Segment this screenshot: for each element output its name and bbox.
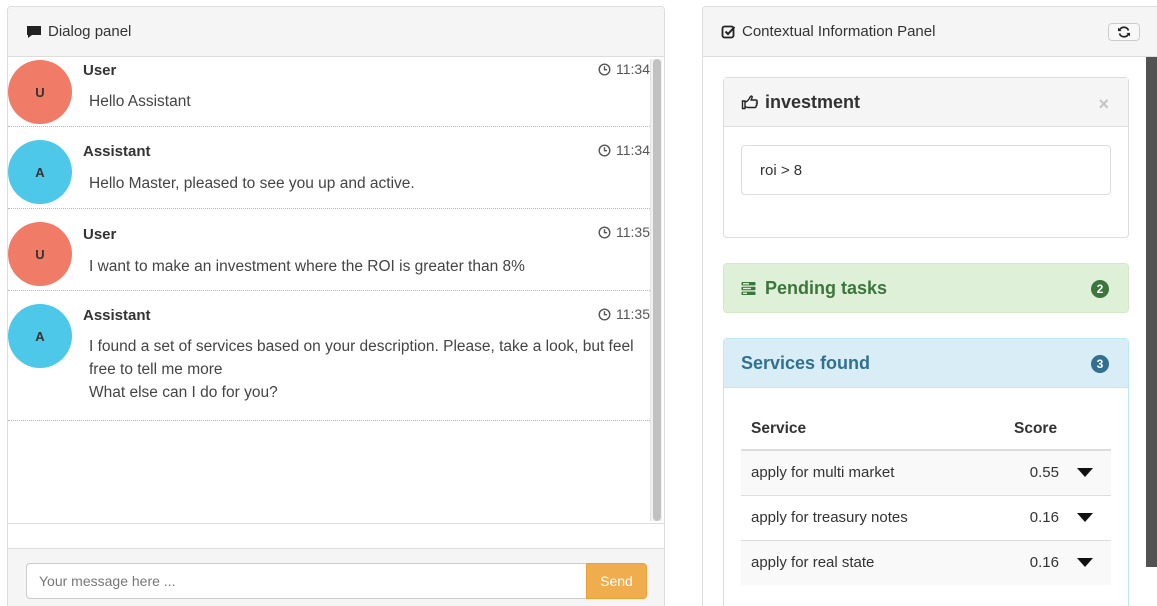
investment-card-title: investment	[765, 91, 861, 112]
dialog-panel-title: Dialog panel	[48, 23, 132, 40]
avatar: U	[8, 222, 72, 286]
services-table: Service Score apply for multi market 0.5…	[741, 408, 1111, 585]
avatar: U	[8, 60, 72, 124]
message-author: User	[83, 226, 117, 243]
services-count-badge: 3	[1091, 355, 1109, 373]
dialog-panel: Dialog panel U User 11:34 Hello Assistan…	[7, 6, 665, 606]
message-text: Hello Assistant	[89, 93, 191, 110]
row-expand-toggle[interactable]	[1071, 494, 1111, 540]
avatar: A	[8, 140, 72, 204]
column-header-score: Score	[976, 408, 1111, 451]
investment-card-header: investment ×	[724, 78, 1128, 127]
message-time-text: 11:35	[616, 224, 650, 240]
message-time: 11:34	[598, 142, 650, 158]
message-author: User	[83, 62, 117, 79]
message-text: I want to make an investment where the R…	[89, 258, 525, 275]
chat-history[interactable]: U User 11:34 Hello Assistant A Assistant…	[8, 57, 664, 524]
row-expand-toggle[interactable]	[1071, 539, 1111, 585]
tasks-icon	[741, 281, 756, 296]
refresh-icon	[1118, 26, 1130, 38]
row-expand-toggle[interactable]	[1071, 449, 1111, 495]
message-text-line: I found a set of services based on your …	[89, 338, 634, 378]
context-panel-title: Contextual Information Panel	[742, 23, 936, 40]
chat-message: U User 11:34 Hello Assistant	[8, 57, 650, 127]
chat-scrollbar[interactable]	[650, 59, 662, 521]
service-score: 0.55	[976, 449, 1071, 495]
comment-icon	[26, 25, 42, 39]
message-time-text: 11:34	[616, 142, 650, 158]
send-button[interactable]: Send	[586, 563, 647, 599]
message-text-line: What else can I do for you?	[89, 384, 278, 401]
chat-message: U User 11:35 I want to make an investmen…	[8, 209, 650, 291]
context-panel-scrollbar[interactable]	[1146, 57, 1157, 567]
service-score: 0.16	[976, 539, 1071, 585]
services-found-card: Services found 3 Service Score apply for…	[723, 338, 1129, 606]
column-header-service: Service	[741, 408, 976, 451]
service-score: 0.16	[976, 494, 1071, 540]
message-time: 11:35	[598, 224, 650, 240]
context-panel-header: Contextual Information Panel	[703, 7, 1157, 57]
pending-tasks-card[interactable]: Pending tasks 2	[723, 263, 1129, 313]
message-text: Hello Master, pleased to see you up and …	[89, 175, 415, 192]
contextual-information-panel: Contextual Information Panel investment …	[702, 6, 1157, 606]
message-author: Assistant	[83, 307, 151, 324]
service-name: apply for real state	[741, 539, 976, 585]
pending-tasks-count-badge: 2	[1091, 280, 1109, 298]
message-author: Assistant	[83, 143, 151, 160]
service-name: apply for multi market	[741, 449, 976, 495]
table-row[interactable]: apply for real state 0.16	[741, 539, 1111, 585]
avatar: A	[8, 304, 72, 368]
caret-down-icon[interactable]	[1077, 513, 1093, 522]
clock-icon	[598, 225, 611, 239]
pending-tasks-header[interactable]: Pending tasks 2	[724, 264, 1128, 313]
message-text: I found a set of services based on your …	[89, 335, 642, 404]
message-time-text: 11:35	[616, 306, 650, 322]
chat-message: A Assistant 11:35 I found a set of servi…	[8, 291, 650, 421]
chat-scrollbar-thumb[interactable]	[653, 59, 661, 521]
message-time-text: 11:34	[616, 61, 650, 77]
clock-icon	[598, 143, 611, 157]
check-square-icon	[721, 24, 736, 39]
table-row[interactable]: apply for treasury notes 0.16	[741, 494, 1111, 540]
chat-message: A Assistant 11:34 Hello Master, pleased …	[8, 127, 650, 209]
message-input-bar: Send	[8, 548, 664, 606]
close-icon[interactable]: ×	[1098, 94, 1109, 115]
table-header-row: Service Score	[741, 408, 1111, 451]
services-found-title: Services found	[741, 352, 871, 373]
caret-down-icon[interactable]	[1077, 558, 1093, 568]
message-time: 11:35	[598, 306, 650, 322]
clock-icon	[598, 62, 611, 76]
hand-pointing-icon	[741, 94, 759, 110]
pending-tasks-title: Pending tasks	[765, 278, 888, 298]
message-time: 11:34	[598, 61, 650, 77]
dialog-panel-header: Dialog panel	[8, 7, 664, 57]
caret-down-icon[interactable]	[1077, 468, 1093, 478]
message-input[interactable]	[26, 563, 586, 599]
table-row[interactable]: apply for multi market 0.55	[741, 449, 1111, 495]
service-name: apply for treasury notes	[741, 494, 976, 540]
context-panel-body: investment × roi > 8 Pending tasks 2 Ser…	[703, 57, 1147, 606]
investment-query[interactable]: roi > 8	[741, 145, 1111, 195]
services-found-header[interactable]: Services found 3	[724, 339, 1128, 388]
refresh-button[interactable]	[1108, 23, 1140, 41]
investment-card: investment × roi > 8	[723, 77, 1129, 238]
clock-icon	[598, 307, 611, 321]
